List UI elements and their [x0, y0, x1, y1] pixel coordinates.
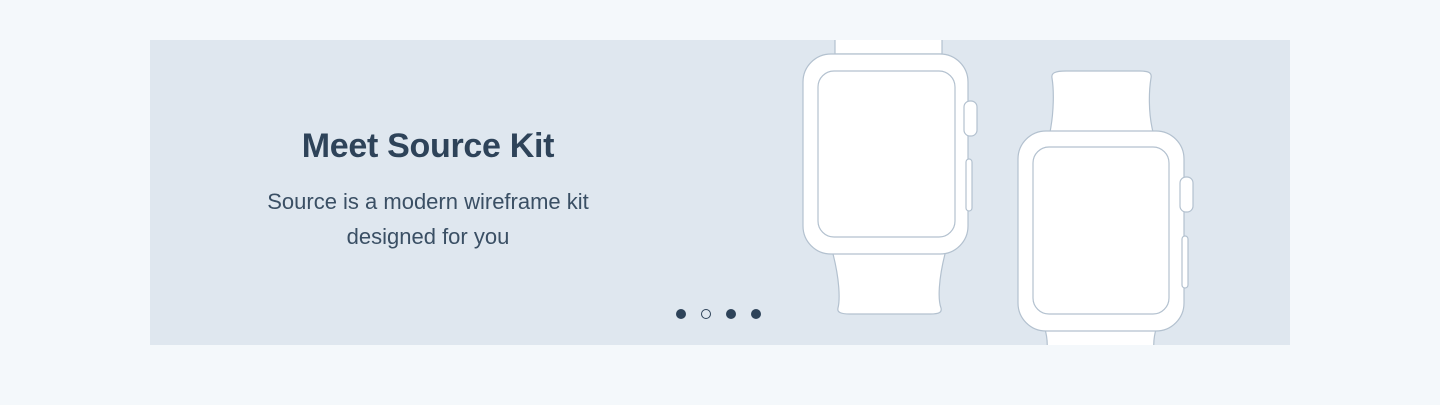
watch-illustration	[802, 40, 1194, 345]
smartwatch-icon	[802, 40, 978, 315]
smartwatch-icon	[1017, 70, 1194, 345]
hero-banner: Meet Source Kit Source is a modern wiref…	[150, 40, 1290, 345]
